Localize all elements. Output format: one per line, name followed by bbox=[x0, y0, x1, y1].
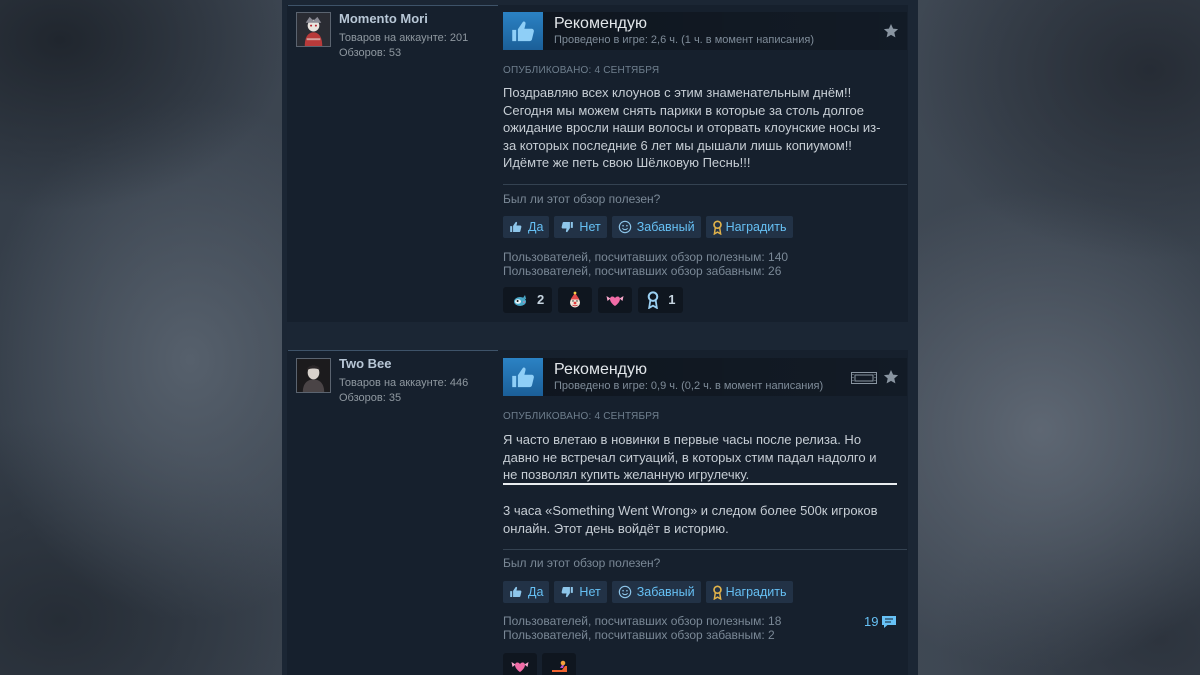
sneaker-icon bbox=[550, 657, 568, 675]
review-header[interactable]: Рекомендую Проведено в игре: 2,6 ч. (1 ч… bbox=[503, 12, 907, 50]
text-divider bbox=[503, 483, 897, 485]
funny-count-text: Пользователей, посчитавших обзор забавны… bbox=[503, 627, 775, 642]
review-text-line: 3 часа «Something Went Wrong» и следом б… bbox=[503, 503, 878, 518]
award-button[interactable]: Наградить bbox=[705, 216, 793, 238]
thumbs-up-icon bbox=[503, 12, 543, 50]
vote-yes-label: Да bbox=[528, 220, 544, 234]
winged-heart-icon bbox=[606, 291, 624, 309]
star-icon bbox=[883, 369, 899, 385]
comments-link[interactable]: 19 bbox=[864, 614, 897, 630]
comment-bubble-icon bbox=[881, 615, 897, 629]
vote-stats: Пользователей, посчитавших обзор полезны… bbox=[503, 614, 782, 642]
author-products-count[interactable]: Товаров на аккаунте: 446 bbox=[339, 377, 468, 390]
review-text-line: не позволял купить желанную игрулечку. bbox=[503, 467, 750, 482]
smiley-icon bbox=[618, 585, 632, 599]
vote-no-button[interactable]: Нет bbox=[554, 216, 607, 238]
review-text-line: Идёмте же петь свою Шёлковую Песнь!!! bbox=[503, 155, 751, 170]
playtime: Проведено в игре: 0,9 ч. (0,2 ч. в момен… bbox=[554, 380, 824, 392]
reaction-badge[interactable] bbox=[598, 287, 633, 313]
vote-stats: Пользователей, посчитавших обзор полезны… bbox=[503, 250, 789, 278]
award-button[interactable]: Наградить bbox=[705, 581, 793, 603]
vote-funny-label: Забавный bbox=[636, 220, 695, 234]
reaction-badge[interactable] bbox=[503, 653, 537, 675]
vote-no-button[interactable]: Нет bbox=[554, 581, 607, 603]
teal-creature-icon bbox=[511, 291, 529, 309]
author-panel-border bbox=[288, 350, 498, 351]
vote-no-label: Нет bbox=[579, 220, 601, 234]
divider bbox=[503, 184, 907, 185]
author-products-count[interactable]: Товаров на аккаунте: 201 bbox=[339, 32, 468, 45]
award-reactions bbox=[503, 653, 576, 675]
vote-funny-button[interactable]: Забавный bbox=[611, 216, 701, 238]
reaction-badge[interactable] bbox=[542, 653, 576, 675]
review-text-line: Сегодня мы можем снять парики в которые … bbox=[503, 102, 865, 118]
award-ribbon-icon bbox=[646, 291, 660, 309]
review-text-line: онлайн. Этот день войдёт в историю. bbox=[503, 520, 729, 536]
review-verdict[interactable]: Рекомендую bbox=[554, 361, 647, 379]
posted-date: ОПУБЛИКОВАНО: 4 СЕНТЯБРЯ bbox=[503, 411, 660, 422]
award-label: Наградить bbox=[725, 585, 787, 599]
reaction-badge[interactable]: 2 bbox=[503, 287, 553, 313]
review-text-line: давно не встречал ситуаций, в которых ст… bbox=[503, 449, 877, 465]
reaction-badge[interactable]: 1 bbox=[638, 287, 684, 313]
helpful-question: Был ли этот обзор полезен? bbox=[503, 556, 661, 570]
smiley-icon bbox=[618, 220, 632, 234]
thumbs-up-icon bbox=[509, 220, 523, 234]
helpful-question: Был ли этот обзор полезен? bbox=[503, 192, 661, 206]
author-panel-border bbox=[288, 5, 498, 6]
author-review-count[interactable]: Обзоров: 35 bbox=[339, 392, 401, 405]
thumbs-up-icon bbox=[503, 358, 543, 396]
helpful-count-text: Пользователей, посчитавших обзор полезны… bbox=[503, 250, 789, 264]
thumbs-up-icon bbox=[509, 585, 523, 599]
review-text: Поздравляю всех клоунов с этим знаменате… bbox=[503, 84, 907, 172]
review-card: Momento Mori Товаров на аккаунте: 201 Об… bbox=[287, 5, 908, 322]
review-text-line: ожидание вросли наши волосы и оторвать к… bbox=[503, 120, 881, 135]
vote-funny-label: Забавный bbox=[636, 585, 695, 599]
clown-face-icon bbox=[566, 291, 584, 309]
funny-count-text: Пользователей, посчитавших обзор забавны… bbox=[503, 263, 782, 278]
vote-no-label: Нет bbox=[579, 585, 601, 599]
thumbs-down-icon bbox=[560, 585, 574, 599]
vote-yes-button[interactable]: Да bbox=[503, 216, 550, 238]
review-card: Two Bee Товаров на аккаунте: 446 Обзоров… bbox=[287, 350, 908, 675]
vote-yes-button[interactable]: Да bbox=[503, 581, 550, 603]
reaction-badge[interactable] bbox=[558, 287, 593, 313]
vote-buttons: Да Нет Забавный Наградить bbox=[503, 216, 793, 238]
avatar[interactable] bbox=[296, 358, 331, 393]
reaction-count: 1 bbox=[668, 292, 676, 307]
author-name[interactable]: Momento Mori bbox=[339, 11, 428, 26]
divider bbox=[503, 549, 907, 550]
vote-buttons: Да Нет Забавный Наградить bbox=[503, 581, 793, 603]
author-name[interactable]: Two Bee bbox=[339, 356, 392, 371]
review-text-line: Поздравляю всех клоунов с этим знаменате… bbox=[503, 85, 852, 100]
playtime: Проведено в игре: 2,6 ч. (1 ч. в момент … bbox=[554, 34, 814, 46]
comment-count: 19 bbox=[864, 614, 879, 629]
author-review-count[interactable]: Обзоров: 53 bbox=[339, 47, 401, 60]
review-paragraph: Я часто влетаю в новинки в первые часы п… bbox=[503, 431, 907, 484]
award-icon bbox=[712, 219, 723, 235]
helpful-count-text: Пользователей, посчитавших обзор полезны… bbox=[503, 614, 782, 628]
vote-funny-button[interactable]: Забавный bbox=[611, 581, 701, 603]
review-paragraph: 3 часа «Something Went Wrong» и следом б… bbox=[503, 502, 907, 537]
winged-heart-icon bbox=[511, 657, 529, 675]
award-label: Наградить bbox=[725, 220, 787, 234]
posted-date: ОПУБЛИКОВАНО: 4 СЕНТЯБРЯ bbox=[503, 65, 660, 76]
review-text-line: Я часто влетаю в новинки в первые часы п… bbox=[503, 432, 862, 447]
award-icon bbox=[712, 584, 723, 600]
video-icon bbox=[851, 372, 877, 384]
review-header[interactable]: Рекомендую Проведено в игре: 0,9 ч. (0,2… bbox=[503, 358, 907, 396]
thumbs-down-icon bbox=[560, 220, 574, 234]
star-icon bbox=[883, 23, 899, 39]
award-reactions: 2 1 bbox=[503, 287, 684, 313]
vote-yes-label: Да bbox=[528, 585, 544, 599]
avatar[interactable] bbox=[296, 12, 331, 47]
review-text-line: за которых последние 6 лет мы дышали лиш… bbox=[503, 137, 852, 153]
reaction-count: 2 bbox=[537, 292, 545, 307]
review-verdict[interactable]: Рекомендую bbox=[554, 15, 647, 33]
